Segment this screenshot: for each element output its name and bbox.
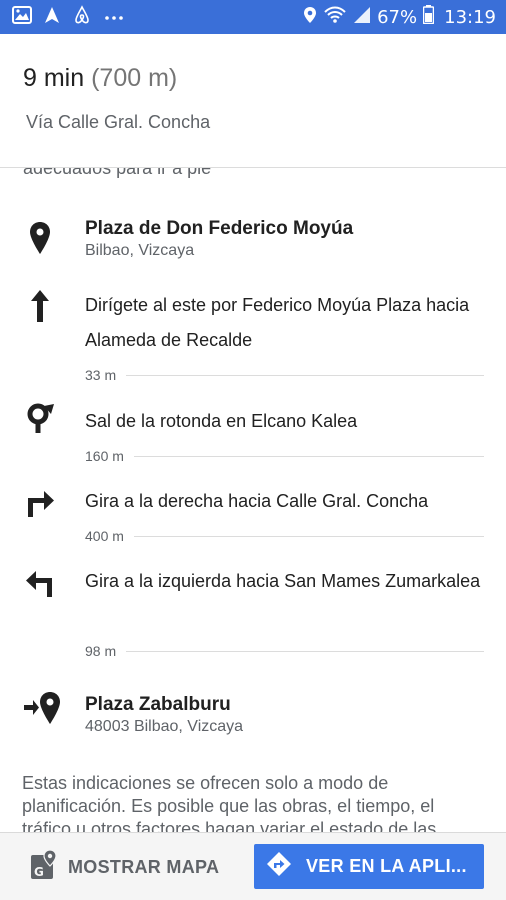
step-instruction: Dirígete al este por Federico Moyúa Plaz…: [85, 295, 470, 350]
show-map-button[interactable]: G MOSTRAR MAPA: [30, 845, 219, 889]
step-distance: 400 m: [85, 528, 124, 544]
status-bar: 67% 13:19: [0, 0, 506, 34]
turn-right-icon: [24, 484, 56, 520]
destination-subtitle: 48003 Bilbao, Vizcaya: [85, 718, 244, 735]
origin-subtitle: Bilbao, Vizcaya: [85, 242, 195, 259]
airbnb-icon: [72, 4, 92, 30]
open-in-app-label: VER EN LA APLI...: [306, 856, 467, 876]
directions-list[interactable]: adecuados para ir a pie Plaza de Don Fed…: [0, 168, 506, 832]
step-distance-row: 160 m: [85, 448, 484, 464]
step-distance-row: 400 m: [85, 528, 484, 544]
route-distance: (700 m): [91, 64, 178, 92]
destination-title: Plaza Zabalburu: [85, 694, 231, 715]
route-summary-header: 9 min (700 m) Vía Calle Gral. Concha: [0, 34, 506, 168]
wifi-icon: [323, 6, 347, 29]
map-icon: G: [30, 848, 58, 886]
disclaimer-text: Estas indicaciones se ofrecen solo a mod…: [22, 773, 437, 832]
step-instruction: Gira a la izquierda hacia San Mames Zuma…: [85, 571, 481, 591]
step-instruction: Sal de la rotonda en Elcano Kalea: [85, 411, 358, 431]
route-duration: 9 min: [23, 64, 85, 92]
roundabout-exit-icon: [24, 400, 56, 436]
signal-icon: [353, 6, 371, 29]
location-pin-icon: [24, 220, 56, 256]
step-distance: 160 m: [85, 448, 124, 464]
origin-title: Plaza de Don Federico Moyúa: [85, 218, 354, 239]
clock: 13:19: [444, 6, 496, 28]
divider: [133, 455, 484, 457]
battery-percent: 67%: [377, 6, 418, 28]
svg-text:G: G: [34, 865, 44, 879]
step-distance: 98 m: [85, 643, 117, 659]
bottom-action-bar: G MOSTRAR MAPA VER EN LA APLI...: [0, 832, 506, 900]
navigation-icon: [44, 6, 60, 29]
arrow-straight-icon: [24, 288, 56, 324]
step-distance-row: 33 m: [85, 367, 484, 383]
divider: [133, 535, 484, 537]
route-eta: 9 min (700 m): [23, 64, 177, 93]
gallery-icon: [12, 5, 32, 29]
step-distance-row: 98 m: [85, 643, 484, 659]
open-in-app-button[interactable]: VER EN LA APLI...: [254, 844, 484, 889]
route-via: Vía Calle Gral. Concha: [26, 112, 211, 132]
directions-diamond-icon: [266, 851, 292, 882]
show-map-label: MOSTRAR MAPA: [68, 856, 220, 877]
divider: [126, 374, 484, 376]
turn-left-icon: [24, 564, 56, 600]
step-distance: 33 m: [85, 367, 117, 383]
more-dots-icon: [104, 8, 124, 26]
divider: [126, 650, 484, 652]
truncated-warning-text: adecuados para ir a pie: [23, 168, 212, 178]
step-instruction: Gira a la derecha hacia Calle Gral. Conc…: [85, 491, 429, 511]
battery-icon: [422, 5, 435, 29]
location-icon: [303, 6, 317, 29]
arrive-destination-icon: [24, 690, 64, 726]
